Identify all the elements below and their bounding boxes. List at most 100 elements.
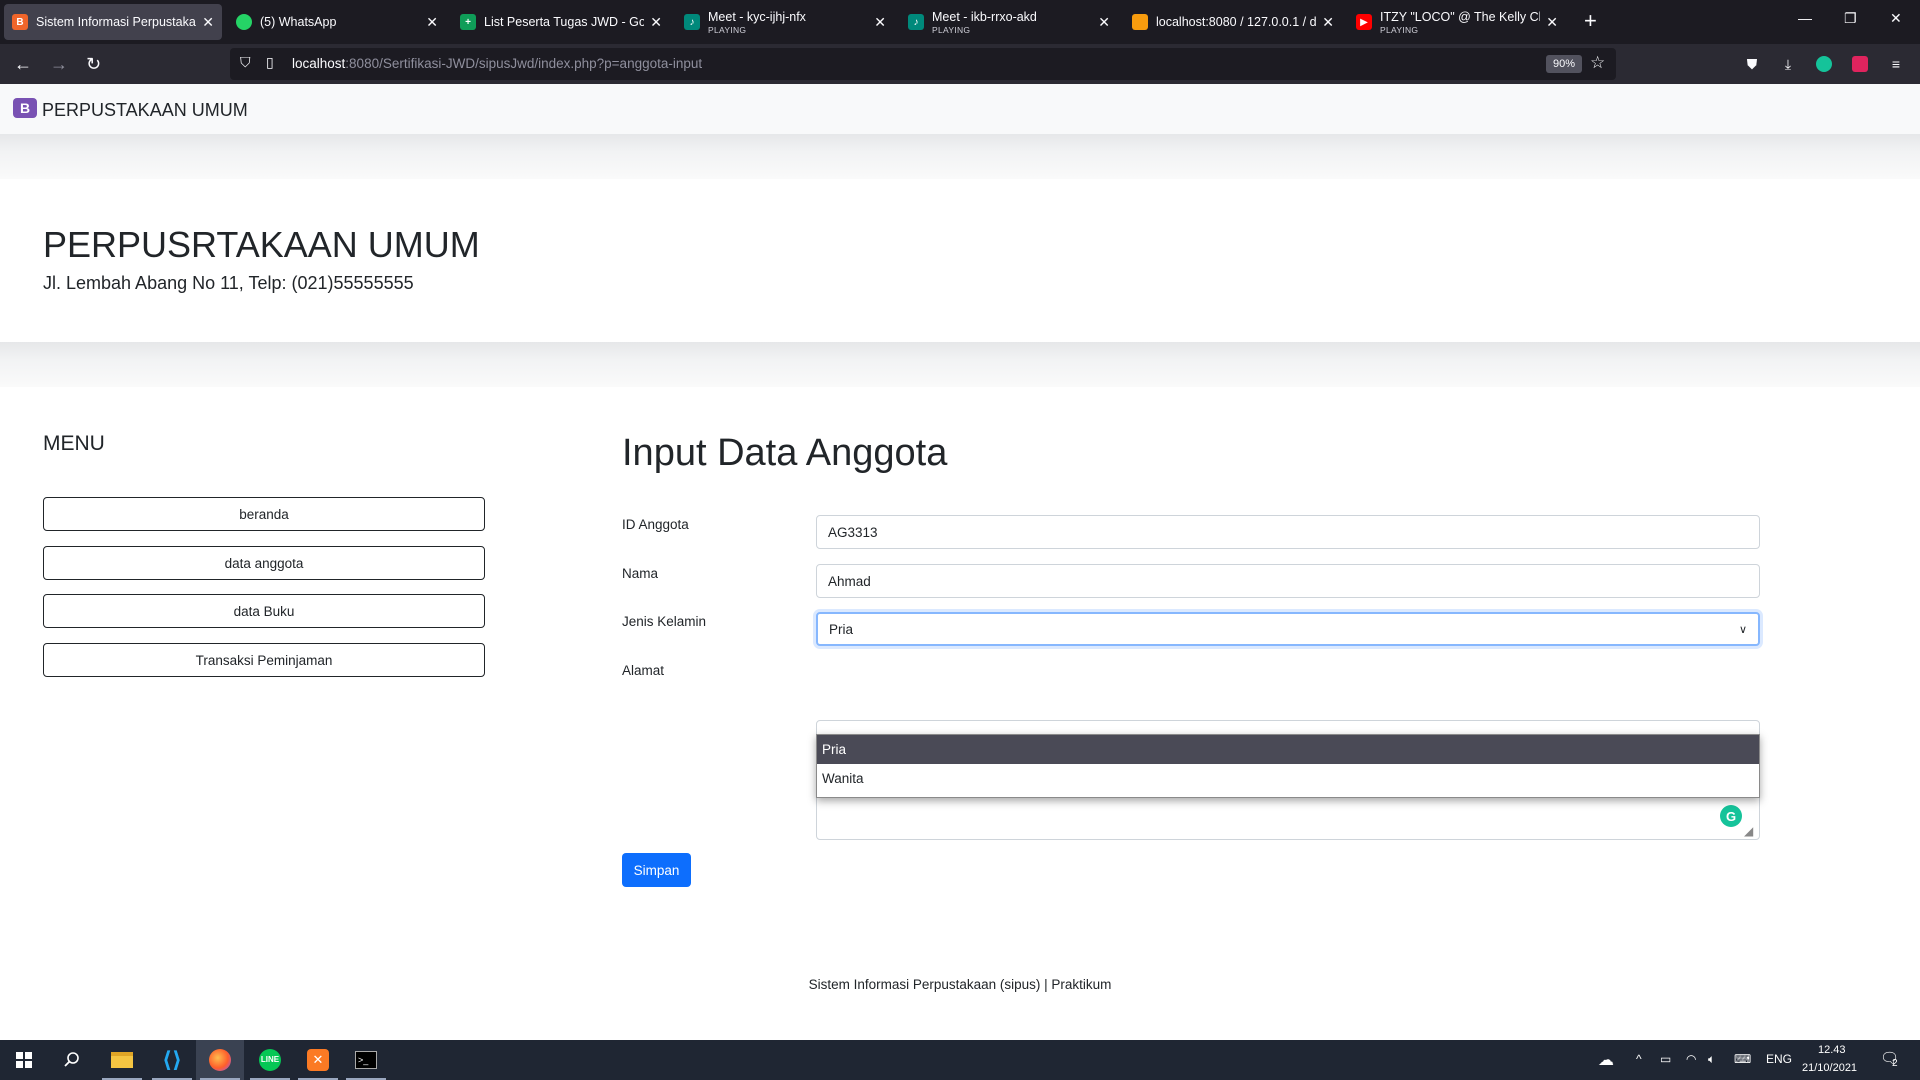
- xampp-icon[interactable]: ✕: [294, 1040, 342, 1080]
- site-navbar: B PERPUSTAKAAN UMUM: [0, 84, 1920, 134]
- tab-playing-label: PLAYING: [1380, 24, 1419, 35]
- tab-playing-label: PLAYING: [708, 24, 747, 35]
- menu-item-beranda[interactable]: beranda: [43, 497, 485, 531]
- url-text[interactable]: localhost:8080/Sertifikasi-JWD/sipusJwd/…: [292, 56, 702, 71]
- jenis-kelamin-dropdown: Pria Wanita: [816, 734, 1760, 798]
- keyboard-icon[interactable]: ⌨: [1734, 1052, 1751, 1066]
- brand-link[interactable]: PERPUSTAKAAN UMUM: [42, 100, 248, 121]
- browser-nav-bar: ← → ↻ ⛉ ▯ localhost:8080/Sertifikasi-JWD…: [0, 44, 1920, 84]
- notification-count: 2: [1892, 1058, 1898, 1069]
- wifi-icon[interactable]: ◠: [1686, 1052, 1696, 1066]
- speaker-icon: ♪: [684, 14, 700, 30]
- chevron-up-icon[interactable]: ^: [1636, 1052, 1642, 1066]
- forward-icon[interactable]: →: [50, 52, 68, 76]
- simpan-button[interactable]: Simpan: [622, 853, 691, 887]
- id-anggota-input[interactable]: AG3313: [816, 515, 1760, 549]
- page-header-title: PERPUSRTAKAAN UMUM: [43, 224, 480, 265]
- phpmyadmin-icon: [1132, 14, 1148, 30]
- page-header-address: Jl. Lembah Abang No 11, Telp: (021)55555…: [43, 273, 414, 293]
- tab-title: List Peserta Tugas JWD - Google: [484, 15, 645, 29]
- pocket-icon[interactable]: ⛊: [1742, 54, 1762, 74]
- extension-icon[interactable]: [1850, 54, 1870, 74]
- windows-start-icon[interactable]: [0, 1040, 48, 1080]
- jenis-kelamin-label: Jenis Kelamin: [622, 614, 707, 629]
- file-explorer-icon[interactable]: [98, 1040, 146, 1080]
- reload-icon[interactable]: ↻: [86, 52, 101, 76]
- language-indicator[interactable]: ENG: [1766, 1052, 1792, 1066]
- close-window-icon[interactable]: ✕: [1890, 10, 1902, 27]
- speaker-icon: ♪: [908, 14, 924, 30]
- whatsapp-icon: [236, 14, 252, 30]
- url-bar[interactable]: ⛉ ▯ localhost:8080/Sertifikasi-JWD/sipus…: [230, 48, 1616, 80]
- vscode-icon[interactable]: ⟨⟩: [148, 1040, 196, 1080]
- shield-icon[interactable]: ⛉: [240, 54, 251, 71]
- back-icon[interactable]: ←: [14, 52, 32, 76]
- menu-item-data-buku[interactable]: data Buku: [43, 594, 485, 628]
- tab-favicon-icon: B: [12, 14, 28, 30]
- clock-date[interactable]: 21/10/2021: [1802, 1062, 1857, 1074]
- bootstrap-logo-icon[interactable]: B: [13, 98, 37, 118]
- tab-whatsapp[interactable]: (5) WhatsApp ✕: [228, 4, 446, 40]
- grammarly-icon[interactable]: G: [1720, 805, 1742, 827]
- search-icon[interactable]: [48, 1040, 96, 1080]
- section-divider: [0, 342, 1920, 387]
- chevron-down-icon: ∨: [1738, 623, 1747, 636]
- url-path: :8080/Sertifikasi-JWD/sipusJwd/index.php…: [345, 56, 703, 71]
- page-icon[interactable]: ▯: [266, 54, 274, 71]
- option-pria[interactable]: Pria: [817, 735, 1759, 764]
- tab-google-sheets[interactable]: + List Peserta Tugas JWD - Google ✕: [452, 4, 670, 40]
- nama-input[interactable]: Ahmad: [816, 564, 1760, 598]
- close-tab-icon[interactable]: ✕: [426, 14, 438, 31]
- close-tab-icon[interactable]: ✕: [650, 14, 662, 31]
- close-tab-icon[interactable]: ✕: [1322, 14, 1334, 31]
- volume-icon[interactable]: 🔈︎: [1708, 1052, 1715, 1067]
- footer-text: Sistem Informasi Perpustakaan (sipus) | …: [808, 977, 1112, 992]
- tab-sistem-informasi[interactable]: B Sistem Informasi Perpustakaan ✕: [4, 4, 222, 40]
- onedrive-icon[interactable]: ☁: [1598, 1050, 1614, 1070]
- battery-icon[interactable]: ▭: [1660, 1052, 1671, 1066]
- line-icon[interactable]: LINE: [246, 1040, 294, 1080]
- tab-title: Meet - kyc-ijhj-nfx: [708, 9, 806, 24]
- windows-taskbar: ⟨⟩ LINE ✕ >_ ☁ ^ ▭ ◠ 🔈︎ ⌨ ENG 12.43 21/1…: [0, 1040, 1920, 1080]
- google-sheets-icon: +: [460, 14, 476, 30]
- nama-label: Nama: [622, 566, 659, 581]
- menu-title: MENU: [43, 432, 105, 455]
- tab-phpmyadmin[interactable]: localhost:8080 / 127.0.0.1 / dbp ✕: [1124, 4, 1342, 40]
- alamat-label: Alamat: [622, 663, 665, 678]
- minimize-icon[interactable]: —: [1798, 10, 1812, 26]
- resize-handle-icon[interactable]: ◢: [1744, 824, 1753, 838]
- close-tab-icon[interactable]: ✕: [202, 14, 214, 31]
- close-tab-icon[interactable]: ✕: [1546, 14, 1558, 31]
- close-tab-icon[interactable]: ✕: [874, 14, 886, 31]
- form-title: Input Data Anggota: [622, 432, 948, 474]
- restore-icon[interactable]: ❐: [1844, 10, 1857, 27]
- terminal-icon[interactable]: >_: [342, 1040, 390, 1080]
- download-icon[interactable]: ⤓: [1778, 54, 1798, 74]
- clock-time[interactable]: 12.43: [1818, 1044, 1846, 1056]
- menu-item-transaksi-peminjaman[interactable]: Transaksi Peminjaman: [43, 643, 485, 677]
- bookmark-star-icon[interactable]: ☆: [1590, 53, 1605, 73]
- browser-tab-bar: B Sistem Informasi Perpustakaan ✕ (5) Wh…: [0, 0, 1920, 44]
- tab-title: Sistem Informasi Perpustakaan: [36, 15, 197, 29]
- tab-meet-2[interactable]: ♪ Meet - ikb-rrxo-akd PLAYING ✕: [900, 4, 1118, 40]
- grammarly-extension-icon[interactable]: [1814, 54, 1834, 74]
- tab-title: Meet - ikb-rrxo-akd: [932, 9, 1037, 24]
- section-divider: [0, 134, 1920, 179]
- id-anggota-label: ID Anggota: [622, 517, 689, 532]
- tab-playing-label: PLAYING: [932, 24, 971, 35]
- tab-meet-1[interactable]: ♪ Meet - kyc-ijhj-nfx PLAYING ✕: [676, 4, 894, 40]
- new-tab-icon[interactable]: +: [1584, 8, 1597, 34]
- hamburger-menu-icon[interactable]: ≡: [1886, 54, 1906, 74]
- youtube-icon: ▶: [1356, 14, 1372, 30]
- web-page: B PERPUSTAKAAN UMUM PERPUSRTAKAAN UMUM J…: [0, 84, 1920, 1040]
- firefox-icon[interactable]: [196, 1040, 244, 1080]
- tab-youtube[interactable]: ▶ ITZY "LOCO" @ The Kelly ClarksPLAYING …: [1348, 4, 1566, 40]
- close-tab-icon[interactable]: ✕: [1098, 14, 1110, 31]
- url-host: localhost: [292, 56, 346, 71]
- tab-title: localhost:8080 / 127.0.0.1 / dbp: [1156, 15, 1317, 29]
- tab-title: ITZY "LOCO" @ The Kelly Clarks: [1380, 9, 1540, 24]
- menu-item-data-anggota[interactable]: data anggota: [43, 546, 485, 580]
- zoom-level[interactable]: 90%: [1546, 55, 1583, 73]
- option-wanita[interactable]: Wanita: [817, 764, 1759, 793]
- jenis-kelamin-select[interactable]: Pria ∨: [816, 612, 1760, 646]
